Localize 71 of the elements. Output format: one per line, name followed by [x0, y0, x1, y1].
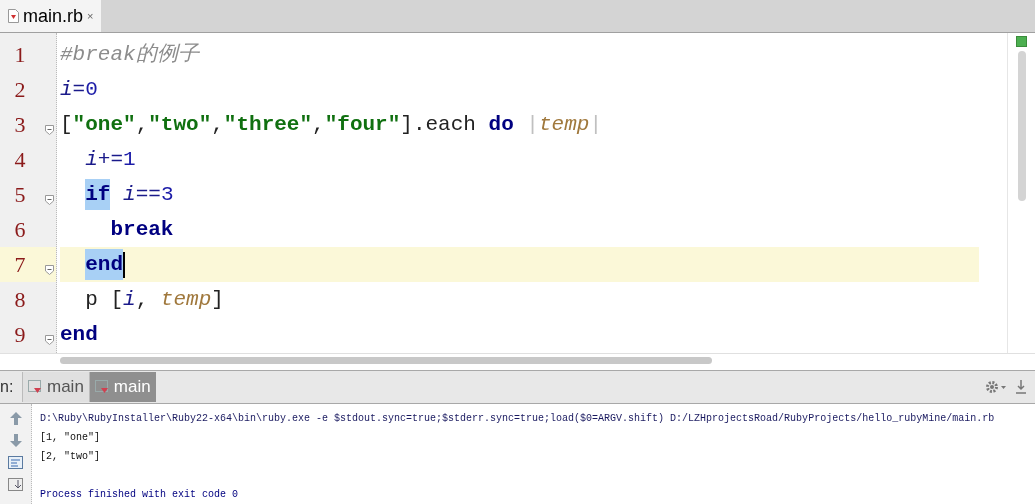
scroll-to-end-icon[interactable] [8, 478, 23, 491]
tab-label: main.rb [23, 4, 84, 28]
status-indicator-icon [1016, 36, 1027, 47]
fold-icon[interactable] [45, 264, 54, 275]
run-config-icon [28, 379, 43, 395]
run-tab[interactable]: main [88, 372, 156, 402]
code-token: ].each [400, 111, 477, 138]
run-tab-label: main [47, 376, 84, 399]
code-token: == [135, 181, 161, 208]
code-token: "three" [223, 111, 313, 138]
settings-icon[interactable] [985, 380, 1007, 394]
console-line: Process finished with exit code 0 [40, 488, 240, 502]
code-token: 0 [85, 76, 98, 103]
line-number: 3 [13, 111, 26, 139]
code-token: end [85, 248, 124, 281]
console-line: [1, "one"] [40, 431, 101, 445]
code-token: temp [538, 111, 590, 138]
fold-icon[interactable] [45, 334, 54, 345]
code-token: "two" [148, 111, 212, 138]
code-token: i [123, 181, 136, 208]
run-config-icon [94, 379, 110, 395]
code-token: 3 [160, 181, 174, 208]
line-number: 9 [13, 321, 26, 349]
code-token: "one" [72, 111, 136, 138]
line-number: 5 [13, 181, 26, 209]
soft-wrap-icon[interactable] [8, 456, 23, 469]
code-token: , [135, 111, 149, 138]
code-token: i [60, 76, 73, 103]
line-number: 6 [13, 216, 26, 244]
down-arrow-icon[interactable] [9, 434, 22, 447]
code-token: break [110, 216, 174, 243]
code-token: | [589, 111, 602, 138]
ruby-file-icon [8, 9, 19, 23]
fold-icon[interactable] [45, 194, 54, 205]
code-token: , [135, 286, 150, 313]
code-token: "four" [324, 111, 401, 138]
code-token: 1 [123, 146, 136, 173]
line-number: 4 [13, 146, 26, 174]
console-line: [2, "two"] [40, 450, 101, 464]
vertical-scrollbar[interactable] [1017, 51, 1026, 201]
code-token: ] [211, 286, 224, 313]
run-tab[interactable]: main [22, 372, 89, 402]
text-cursor [123, 251, 126, 278]
code-area[interactable]: #break的例子 i=0 ["one","two","three","four"].each do |temp| i+=1 if i==3 break end p [i, temp] end [57, 33, 1007, 353]
console-line: D:\Ruby\RubyInstaller\Ruby22-x64\bin\ruby.exe -e $stdout.sync=true;$stderr.sync=true;load($0=ARGV.shift) D:/LZHprojectsRoad/RubyProjects/hello_rubyMine/main.rb [40, 412, 996, 426]
close-button[interactable]: × [87, 7, 94, 25]
code-token: = [72, 76, 86, 103]
code-token: i [85, 146, 98, 173]
line-number: 1 [13, 41, 26, 69]
fold-icon[interactable] [45, 124, 54, 135]
line-number: 8 [13, 286, 26, 314]
run-tab-label: main [113, 376, 151, 399]
code-token: p [ [85, 286, 124, 313]
horizontal-scrollbar[interactable] [60, 357, 712, 364]
code-token: temp [160, 286, 212, 313]
up-arrow-icon[interactable] [9, 412, 22, 425]
code-token: | [526, 111, 539, 138]
code-token: , [312, 111, 325, 138]
line-number: 7 [13, 251, 26, 279]
run-label: n: [0, 377, 15, 397]
code-token: += [97, 146, 124, 173]
line-number: 2 [13, 76, 26, 104]
code-token: end [60, 321, 98, 348]
code-token: if [85, 178, 111, 211]
code-token: , [211, 111, 224, 138]
code-token: do [488, 111, 514, 138]
code-token: i [123, 286, 136, 313]
code-token: #break的例子 [60, 41, 199, 68]
code-token: [ [60, 111, 73, 138]
pin-icon[interactable] [1015, 379, 1027, 395]
editor-tab[interactable]: main.rb × [0, 0, 102, 32]
